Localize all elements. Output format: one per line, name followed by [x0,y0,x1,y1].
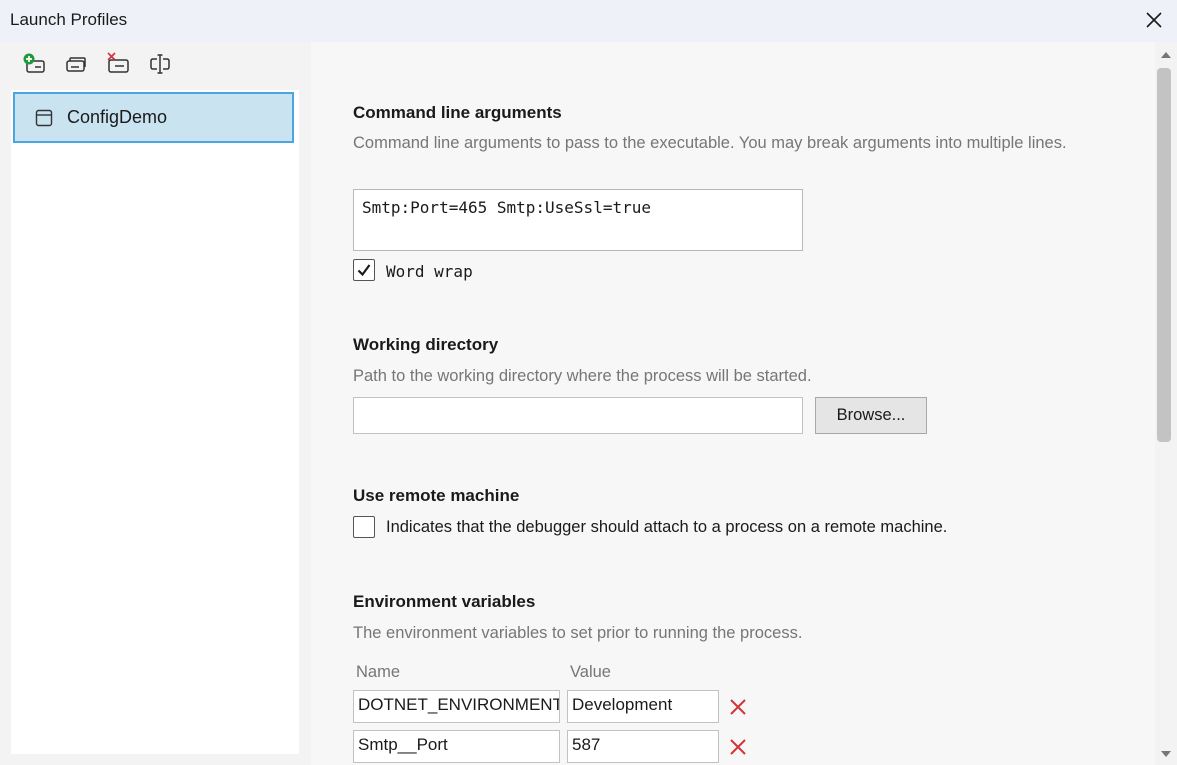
scroll-up-button[interactable] [1155,46,1177,64]
close-button[interactable] [1139,6,1169,34]
title-bar: Launch Profiles [0,0,1177,42]
env-description: The environment variables to set prior t… [353,624,803,642]
copy-profile-button[interactable] [64,52,88,76]
remote-machine-checkbox[interactable] [353,516,375,538]
env-title: Environment variables [353,592,536,611]
cmdline-title: Command line arguments [353,103,562,122]
env-value-header: Value [570,663,611,681]
profiles-pane: ConfigDemo [0,42,311,765]
profiles-toolbar [22,52,172,80]
delete-profile-button[interactable] [106,52,130,76]
env-row-name-input[interactable]: Smtp__Port [353,730,560,763]
copy-profile-icon [66,57,86,72]
profile-list: ConfigDemo [11,90,299,754]
profile-item-configdemo[interactable]: ConfigDemo [13,92,294,143]
rename-profile-icon [150,54,170,74]
remove-icon [730,699,746,715]
close-icon [1146,12,1162,28]
remove-icon [730,739,746,755]
env-row-name-input[interactable]: DOTNET_ENVIRONMENT [353,690,560,723]
checkmark-icon [357,264,371,277]
arrow-up-icon [1161,52,1171,58]
profile-settings-pane: Command line arguments Command line argu… [311,42,1155,765]
vertical-scrollbar[interactable] [1155,42,1177,765]
remote-machine-label: Indicates that the debugger should attac… [386,518,948,536]
scroll-down-button[interactable] [1155,745,1177,763]
profile-item-label: ConfigDemo [67,107,168,127]
word-wrap-checkbox[interactable] [353,259,375,281]
add-profile-icon [23,53,45,73]
new-profile-button[interactable] [22,52,46,76]
word-wrap-label: Word wrap [386,262,473,281]
window-title: Launch Profiles [10,10,128,29]
cmdline-args-input[interactable]: Smtp:Port=465 Smtp:UseSsl=true [353,189,803,251]
rename-profile-button[interactable] [148,52,172,76]
workdir-input[interactable] [353,397,803,434]
scrollbar-thumb[interactable] [1157,68,1171,442]
profile-icon [35,109,53,127]
cmdline-description: Command line arguments to pass to the ex… [353,134,1067,152]
env-row-value-input[interactable]: 587 [567,730,719,763]
remove-env-row-button[interactable] [727,736,749,758]
env-row-value-input[interactable]: Development [567,690,719,723]
workdir-description: Path to the working directory where the … [353,367,812,385]
browse-button[interactable]: Browse... [815,397,927,434]
arrow-down-icon [1161,751,1171,757]
delete-profile-icon [107,52,129,73]
workdir-title: Working directory [353,335,499,354]
env-name-header: Name [356,663,401,681]
remote-title: Use remote machine [353,486,520,505]
remove-env-row-button[interactable] [727,696,749,718]
